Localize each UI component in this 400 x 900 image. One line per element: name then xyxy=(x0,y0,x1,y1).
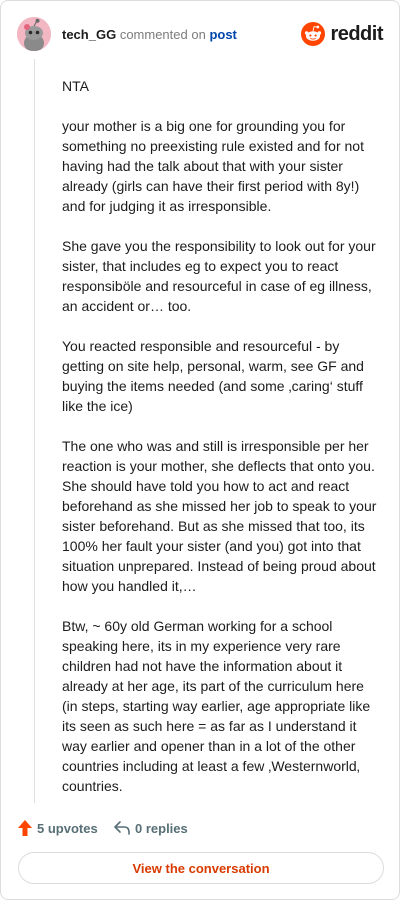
upvote-arrow-icon xyxy=(18,820,32,836)
post-link[interactable]: post xyxy=(209,27,236,42)
reddit-wordmark: reddit xyxy=(330,22,383,45)
reddit-snoo-icon xyxy=(301,22,326,46)
snoo-avatar-icon[interactable] xyxy=(17,17,51,51)
upvote-button[interactable]: 5 upvotes xyxy=(17,817,98,839)
comment-card: tech_GG commented on post reddit NTA you… xyxy=(0,0,400,900)
comment-paragraph: Btw, ~ 60y old German working for a scho… xyxy=(62,618,371,794)
comment-body: NTA your mother is a big one for groundi… xyxy=(62,76,380,816)
reddit-logo[interactable]: reddit xyxy=(301,21,383,47)
upvote-count: 5 upvotes xyxy=(37,820,98,836)
reply-arrow-icon xyxy=(114,821,130,835)
view-conversation-button[interactable]: View the conversation xyxy=(18,852,384,884)
byline-action: commented on xyxy=(119,27,206,42)
comment-header: tech_GG commented on post reddit xyxy=(17,17,383,51)
comment-byline: tech_GG commented on post xyxy=(62,27,237,42)
comment-paragraph: You reacted responsible and resourceful … xyxy=(62,338,364,414)
thread-line[interactable] xyxy=(34,59,35,803)
comment-paragraph: She gave you the responsibility to look … xyxy=(62,238,376,314)
comment-footer: 5 upvotes 0 replies xyxy=(17,817,383,839)
comment-paragraph: NTA xyxy=(62,78,89,94)
comment-paragraph: your mother is a big one for grounding y… xyxy=(62,118,364,214)
replies-button[interactable]: 0 replies xyxy=(113,817,188,839)
username-link[interactable]: tech_GG xyxy=(62,27,116,42)
reply-count: 0 replies xyxy=(135,820,188,836)
comment-paragraph: The one who was and still is irresponsib… xyxy=(62,438,377,594)
